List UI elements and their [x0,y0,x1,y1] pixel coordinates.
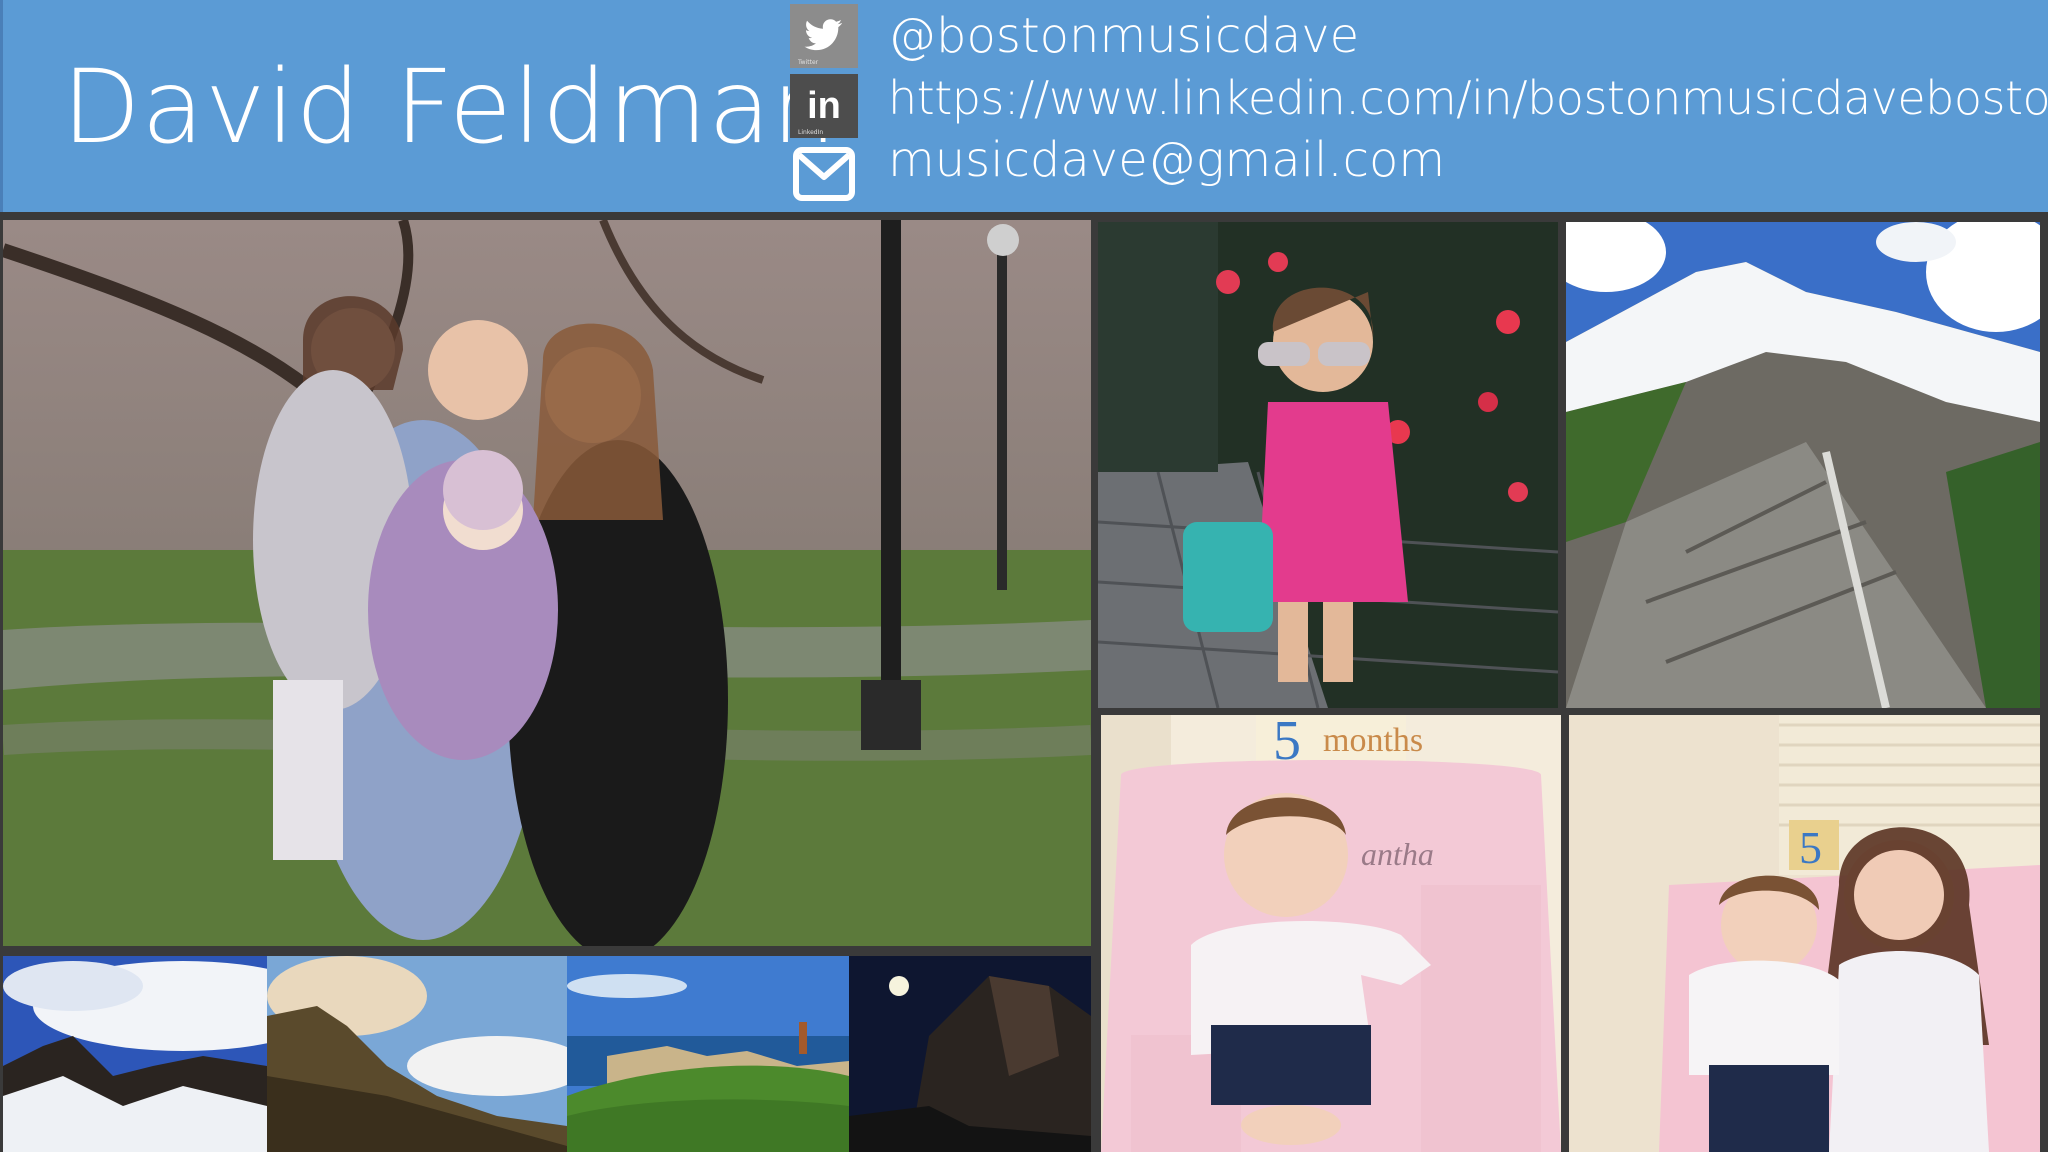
profile-header: David Feldman Twitter in LinkedIn @bosto… [0,0,2048,212]
twitter-icon[interactable]: Twitter [790,4,858,68]
envelope-glyph [793,147,855,201]
profile-name: David Feldman [62,48,838,167]
linkedin-url-link[interactable]: https://www.linkedin.com/in/bostonmusicd… [888,68,2048,128]
sisters-photo: 5 [1569,715,2040,1152]
night-moon-photo [849,956,1091,1152]
mountain-photo [1566,222,2040,708]
mail-icon[interactable] [790,142,858,206]
baby-chair-name-fragment: antha [1361,836,1434,872]
linkedin-icon[interactable]: in LinkedIn [790,74,858,138]
baby-chair-word: months [1323,722,1423,759]
linkedin-glyph: in [807,84,841,127]
email-link[interactable]: musicdave@gmail.com [888,130,1445,190]
twitter-caption: Twitter [798,59,819,66]
family-photo [3,220,1091,946]
linkedin-caption: LinkedIn [798,129,824,136]
baby-photo: 5 months antha [1101,715,1561,1152]
left-accent-strip [0,0,3,212]
toddler-photo [1098,222,1558,708]
twitter-bird-glyph [804,19,843,51]
sisters-number: 5 [1799,822,1822,873]
lighthouse-photo [567,956,849,1152]
cliffs-photo [267,956,567,1152]
snow-peaks-photo [3,956,267,1152]
twitter-handle-link[interactable]: @bostonmusicdave [888,6,1359,66]
